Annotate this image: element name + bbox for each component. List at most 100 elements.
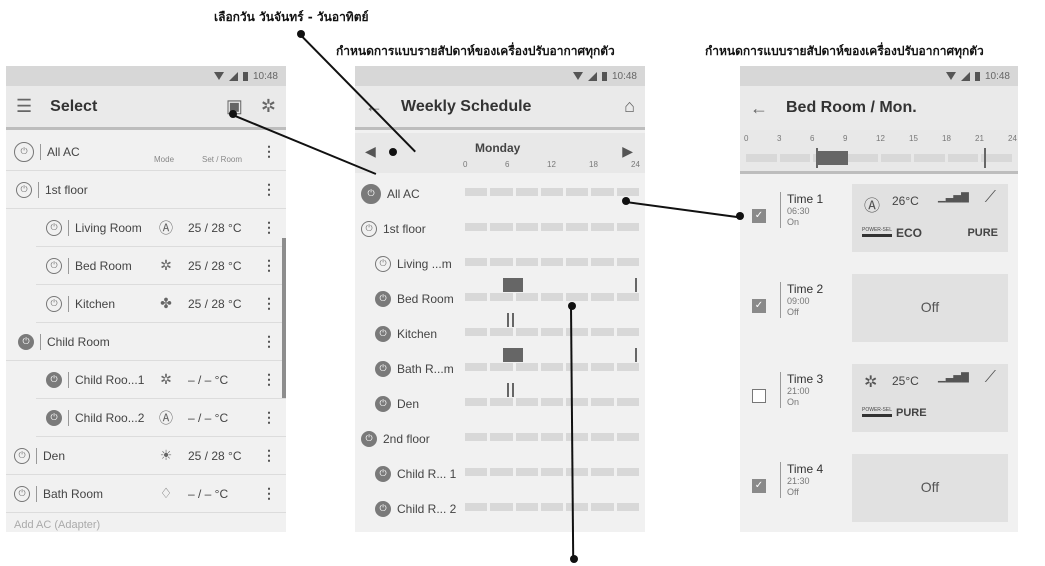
power-icon[interactable]: ⏻ bbox=[361, 220, 377, 237]
timeline-segment bbox=[591, 328, 614, 336]
more-options-icon[interactable]: ⋮ bbox=[262, 295, 276, 312]
timeline-segment bbox=[465, 468, 488, 476]
select-row[interactable]: ⏻ Kitchen ✤ 25 / 28 °C ⋮ bbox=[36, 285, 286, 323]
add-ac-link[interactable]: Add AC (Adapter) bbox=[14, 519, 100, 531]
power-icon[interactable]: ⏻ bbox=[14, 485, 30, 502]
power-icon[interactable]: ⏻ bbox=[18, 333, 34, 350]
timeline-marker bbox=[512, 313, 514, 327]
schedule-row[interactable]: ⏻ Kitchen bbox=[355, 313, 645, 351]
day-label: Monday bbox=[475, 141, 521, 155]
more-options-icon[interactable]: ⋮ bbox=[262, 257, 276, 274]
timeline-segment bbox=[465, 363, 488, 371]
power-icon[interactable]: ⏻ bbox=[16, 181, 32, 198]
power-icon[interactable]: ⏻ bbox=[375, 360, 391, 377]
enable-checkbox[interactable]: ✓ bbox=[752, 299, 766, 313]
power-icon[interactable]: ⏻ bbox=[46, 295, 62, 312]
schedule-row[interactable]: ⏻ Den bbox=[355, 383, 645, 421]
power-icon[interactable]: ⏻ bbox=[46, 409, 62, 426]
time-card-settings[interactable]: ✲ 25°C ▁▃▅▇ ⟋ POWER-SEL PURE bbox=[852, 364, 1008, 432]
power-icon[interactable]: ⏻ bbox=[361, 183, 381, 204]
power-icon[interactable]: ⏻ bbox=[375, 290, 391, 307]
timeline-segment bbox=[591, 503, 614, 511]
power-icon[interactable]: ⏻ bbox=[46, 257, 62, 274]
time-card-settings[interactable]: Off bbox=[852, 274, 1008, 342]
signal-icon bbox=[960, 71, 970, 81]
select-row-label: Child Roo...1 bbox=[75, 372, 145, 387]
schedule-row[interactable]: ⏻ 2nd floor bbox=[355, 421, 645, 456]
timeline-marker bbox=[635, 348, 637, 362]
timeline-segment bbox=[540, 433, 564, 441]
time-card-name: Time 3 bbox=[787, 372, 824, 386]
select-row[interactable]: ⏻ Child Roo...2 Ⓐ – / – °C ⋮ bbox=[36, 399, 286, 437]
more-options-icon[interactable]: ⋮ bbox=[262, 371, 276, 388]
select-row[interactable]: ⏻ Den ☀ 25 / 28 °C ⋮ bbox=[6, 437, 286, 475]
more-options-icon[interactable]: ⋮ bbox=[262, 409, 276, 426]
hour-tick-label: 3 bbox=[777, 134, 782, 143]
more-options-icon[interactable]: ⋮ bbox=[262, 143, 276, 160]
more-options-icon[interactable]: ⋮ bbox=[262, 181, 276, 198]
time-card-info: Time 4 21:30 Off bbox=[780, 462, 823, 498]
schedule-row[interactable]: ⏻ Child R... 2 bbox=[355, 491, 645, 526]
timeline-segment bbox=[515, 328, 538, 336]
hour-tick-label: 24 bbox=[1008, 134, 1017, 143]
schedule-row[interactable]: ⏻ Bath R...m bbox=[355, 348, 645, 386]
more-options-icon[interactable]: ⋮ bbox=[262, 333, 276, 350]
row-timeline bbox=[465, 503, 639, 511]
back-arrow-icon[interactable]: ← bbox=[750, 98, 768, 119]
next-day-icon[interactable]: ▶ bbox=[622, 143, 633, 160]
time-card-settings[interactable]: Off bbox=[852, 454, 1008, 522]
power-icon[interactable]: ⏻ bbox=[14, 447, 30, 464]
time-card-settings[interactable]: Ⓐ 26°C ▁▃▅▇ ⟋ POWER-SEL ECO PURE bbox=[852, 184, 1008, 252]
prev-day-icon[interactable]: ◀ bbox=[365, 143, 376, 160]
hour-tick-label: 21 bbox=[975, 134, 984, 143]
power-icon[interactable]: ⏻ bbox=[46, 371, 62, 388]
power-icon[interactable]: ⏻ bbox=[375, 255, 391, 272]
scrollbar[interactable] bbox=[282, 238, 286, 398]
schedule-row[interactable]: ⏻ Living ...m bbox=[355, 246, 645, 281]
menu-icon[interactable]: ☰ bbox=[16, 96, 32, 117]
timeline-segment bbox=[490, 503, 513, 511]
power-icon[interactable]: ⏻ bbox=[46, 219, 62, 236]
set-room-temp: 25 / 28 °C bbox=[188, 258, 242, 273]
enable-checkbox[interactable]: ✓ bbox=[752, 479, 766, 493]
home-icon[interactable]: ⌂ bbox=[624, 96, 635, 117]
enable-checkbox[interactable]: ✓ bbox=[752, 209, 766, 223]
power-icon[interactable]: ⏻ bbox=[14, 141, 34, 162]
schedule-row[interactable]: ⏻ 1st floor bbox=[355, 211, 645, 246]
power-icon[interactable]: ⏻ bbox=[375, 465, 391, 482]
timeline-segment bbox=[490, 328, 513, 336]
enable-checkbox[interactable] bbox=[752, 389, 766, 403]
gear-icon[interactable]: ✲ bbox=[261, 96, 276, 117]
row-timeline bbox=[465, 363, 639, 371]
select-row[interactable]: ⏻ Bed Room ✲ 25 / 28 °C ⋮ bbox=[36, 247, 286, 285]
more-options-icon[interactable]: ⋮ bbox=[262, 219, 276, 236]
timeline-segment bbox=[540, 363, 564, 371]
pointer-dot-day bbox=[389, 148, 397, 156]
timeline-marker bbox=[512, 383, 514, 397]
more-options-icon[interactable]: ⋮ bbox=[262, 447, 276, 464]
timeline-segment bbox=[591, 398, 614, 406]
caption-detail-schedule: กำหนดการแบบรายสัปดาห์ของเครื่องปรับอากาศ… bbox=[705, 44, 984, 58]
timeline-segment bbox=[591, 258, 614, 266]
power-sel-label: POWER-SEL bbox=[862, 227, 893, 237]
schedule-row[interactable]: ⏻ All AC bbox=[355, 176, 645, 211]
set-room-temp: 25 / 28 °C bbox=[188, 296, 242, 311]
select-row[interactable]: ⏻ Child Roo...1 ✲ – / – °C ⋮ bbox=[36, 361, 286, 399]
divider bbox=[68, 257, 69, 274]
select-row[interactable]: ⏻ Child Room ⋮ bbox=[6, 323, 286, 361]
more-options-icon[interactable]: ⋮ bbox=[262, 485, 276, 502]
row-timeline bbox=[465, 468, 639, 476]
schedule-row[interactable]: ⏻ Bed Room bbox=[355, 278, 645, 316]
power-icon[interactable]: ⏻ bbox=[375, 395, 391, 412]
power-icon[interactable]: ⏻ bbox=[361, 430, 377, 447]
select-row[interactable]: ⏻ Bath Room ♢ – / – °C ⋮ bbox=[6, 475, 286, 513]
timeline-segment bbox=[515, 258, 538, 266]
power-icon[interactable]: ⏻ bbox=[375, 325, 391, 342]
time-card-state: Off bbox=[787, 487, 799, 497]
select-row[interactable]: ⏻ 1st floor ⋮ bbox=[6, 171, 286, 209]
select-row[interactable]: ⏻ Living Room Ⓐ 25 / 28 °C ⋮ bbox=[36, 209, 286, 247]
select-row[interactable]: ⏻ All AC ⋮ bbox=[6, 133, 286, 171]
power-icon[interactable]: ⏻ bbox=[375, 500, 391, 517]
select-screen: 10:48 ☰ Select ▣ ✲ Mode Set / Room ⏻ All … bbox=[6, 66, 286, 532]
schedule-row[interactable]: ⏻ Child R... 1 bbox=[355, 456, 645, 491]
